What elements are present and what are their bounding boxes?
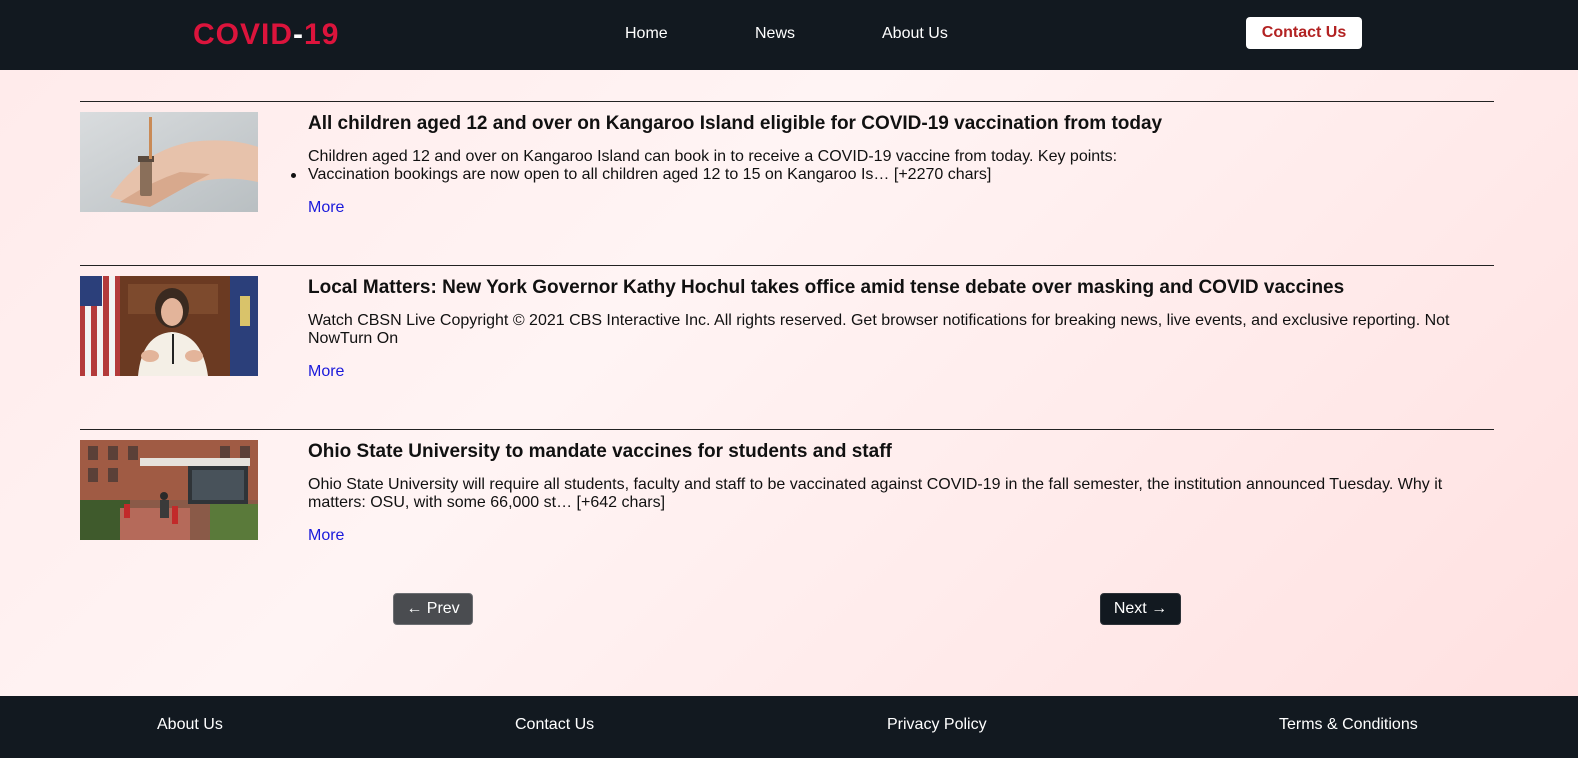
site-logo[interactable]: COVID-19	[193, 18, 339, 52]
article-description: Children aged 12 and over on Kangaroo Is…	[291, 148, 1458, 184]
next-page-button[interactable]: Next →	[1100, 593, 1181, 625]
prev-page-button[interactable]: ← Prev	[393, 593, 473, 625]
article-description: Watch CBSN Live Copyright © 2021 CBS Int…	[308, 312, 1450, 347]
site-footer: About Us Contact Us Privacy Policy Terms…	[0, 696, 1578, 758]
footer-terms-link[interactable]: Terms & Conditions	[1279, 715, 1418, 735]
article-image-campus[interactable]	[80, 440, 258, 540]
footer-about-link[interactable]: About Us	[157, 715, 223, 735]
footer-contact-link[interactable]: Contact Us	[515, 715, 594, 735]
article-image-governor[interactable]	[80, 276, 258, 376]
logo-19-text: 19	[304, 18, 340, 51]
more-link[interactable]: More	[308, 362, 344, 382]
governor-press-conference-photo	[80, 276, 258, 376]
nav-news-link[interactable]: News	[755, 24, 795, 44]
nav-home-link[interactable]: Home	[625, 24, 668, 44]
article-title[interactable]: All children aged 12 and over on Kangaro…	[308, 112, 1488, 136]
article-summary: Children aged 12 and over on Kangaroo Is…	[308, 148, 1118, 165]
contact-us-button[interactable]: Contact Us	[1246, 17, 1362, 49]
top-navbar: COVID-19 Home News About Us Contact Us	[0, 0, 1578, 70]
footer-privacy-link[interactable]: Privacy Policy	[887, 715, 987, 735]
news-article: Ohio State University to mandate vaccine…	[80, 429, 1494, 569]
nav-about-link[interactable]: About Us	[882, 24, 948, 44]
more-link[interactable]: More	[308, 526, 344, 546]
article-title[interactable]: Ohio State University to mandate vaccine…	[308, 440, 1488, 464]
article-title[interactable]: Local Matters: New York Governor Kathy H…	[308, 276, 1488, 300]
more-link[interactable]: More	[308, 198, 344, 218]
logo-covid-text: COVID	[193, 18, 294, 51]
article-bullet: Vaccination bookings are now open to all…	[291, 166, 1458, 184]
logo-dash-text: -	[293, 18, 305, 51]
news-article: All children aged 12 and over on Kangaro…	[80, 101, 1494, 241]
vaccine-vial-photo	[80, 112, 258, 212]
campus-building-photo	[80, 440, 258, 540]
news-article: Local Matters: New York Governor Kathy H…	[80, 265, 1494, 405]
article-image-vaccine[interactable]	[80, 112, 258, 212]
article-description: Ohio State University will require all s…	[308, 476, 1443, 511]
